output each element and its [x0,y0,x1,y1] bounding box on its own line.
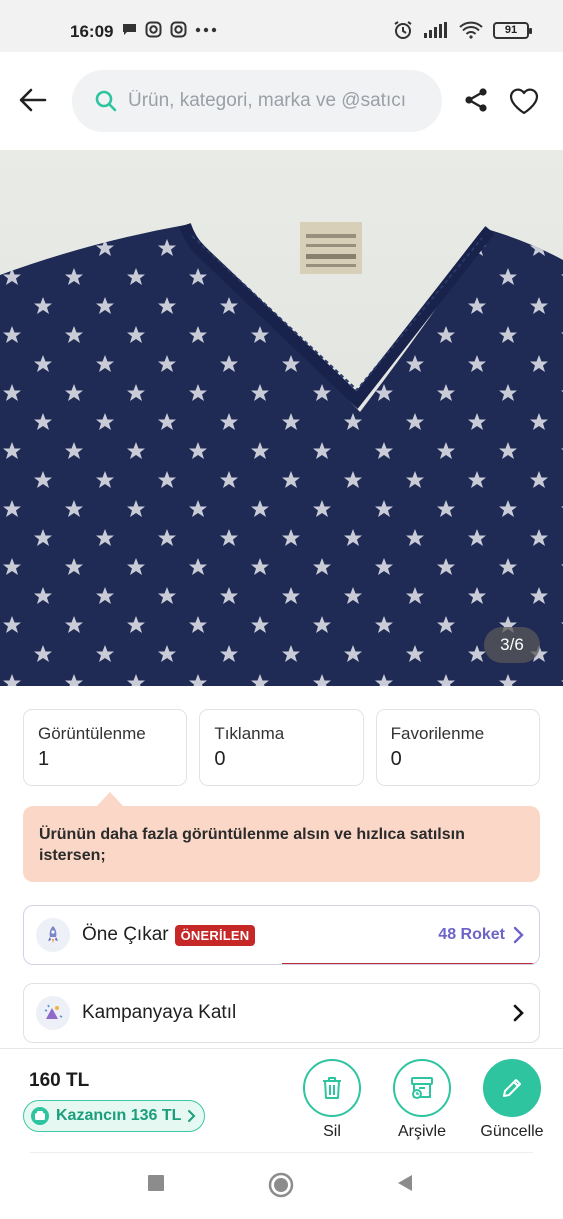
stat-label: Görüntülenme [38,724,146,743]
campaign-icon [36,996,70,1030]
stat-clicks: Tıklanma 0 [199,709,364,786]
image-pager: 3/6 [484,627,540,663]
chat-bubble-icon [123,24,136,35]
status-bar: 16:09 91 [0,0,563,52]
favorite-button[interactable] [508,86,540,116]
promotion-tip: Ürünün daha fazla görüntülenme alsın ve … [23,806,540,882]
boost-label: Öne Çıkar [82,924,169,945]
battery-icon: 91 [493,21,532,39]
pencil-icon [503,1079,521,1097]
trash-icon [323,1077,341,1099]
campaign-label: Kampanyaya Katıl [82,1002,237,1023]
share-icon [465,88,487,112]
divider [0,1048,563,1049]
search-bar[interactable] [72,70,442,132]
battery-level: 91 [504,24,518,36]
archive-icon [411,1077,433,1099]
product-price: 160 TL [29,1070,90,1091]
top-bar [0,52,563,150]
wifi-icon [459,21,483,39]
heart-icon [509,88,539,115]
signal-icon [424,22,447,38]
alarm-icon [394,21,412,39]
update-label: Güncelle [480,1123,544,1140]
delete-button[interactable]: Sil [292,1059,372,1141]
chevron-right-icon [188,1110,196,1122]
chevron-right-icon [513,1004,524,1022]
share-button[interactable] [462,86,492,116]
stat-value: 1 [38,748,50,770]
home-button[interactable] [268,1172,294,1203]
archive-label: Arşivle [397,1123,446,1140]
back-nav-button[interactable] [396,1174,414,1197]
archive-button[interactable]: Arşivle [382,1059,462,1141]
instagram-icon [145,21,162,38]
stat-views: Görüntülenme 1 [23,709,188,786]
stat-value: 0 [390,748,402,770]
more-dots-icon [195,27,217,32]
tip-pointer [96,792,124,807]
instagram-icon [170,21,187,38]
notification-icons [122,21,217,38]
update-button[interactable]: Güncelle [472,1059,552,1141]
delete-label: Sil [323,1123,341,1140]
stat-value: 0 [214,748,226,770]
earning-chip[interactable]: Kazancın 136 TL [23,1100,206,1132]
chevron-right-icon [513,926,524,944]
square-icon [148,1175,164,1191]
circle-icon [268,1172,294,1198]
arrow-left-icon [19,88,47,112]
system-nav-bar [0,1156,563,1219]
wallet-icon [31,1107,49,1125]
recommended-badge: ÖNERİLEN [174,924,256,946]
stat-favorites: Favorilenme 0 [375,709,540,786]
status-time: 16:09 [70,22,114,41]
update-circle [483,1059,541,1117]
earning-text: Kazancın 136 TL [56,1107,182,1124]
boost-price-group: 48 Roket [438,906,525,964]
archive-circle [393,1059,451,1117]
product-photo[interactable]: 3/6 [0,150,563,686]
stats-row: Görüntülenme 1 Tıklanma 0 Favorilenme 0 [23,709,540,786]
recents-button[interactable] [147,1174,165,1197]
rocket-icon [36,918,70,952]
divider [30,1152,533,1153]
search-icon [95,90,117,112]
product-image [0,150,563,686]
search-input[interactable] [128,90,428,112]
system-icons: 91 [393,20,532,40]
stat-label: Favorilenme [390,724,485,743]
delete-circle [303,1059,361,1117]
boost-price: 48 Roket [438,926,505,943]
back-button[interactable] [18,85,54,115]
stat-label: Tıklanma [214,724,285,743]
triangle-back-icon [398,1175,412,1191]
campaign-chevron [513,984,525,1042]
boost-row[interactable]: Öne Çıkar ÖNERİLEN 48 Roket [23,905,540,965]
campaign-row[interactable]: Kampanyaya Katıl [23,983,540,1043]
